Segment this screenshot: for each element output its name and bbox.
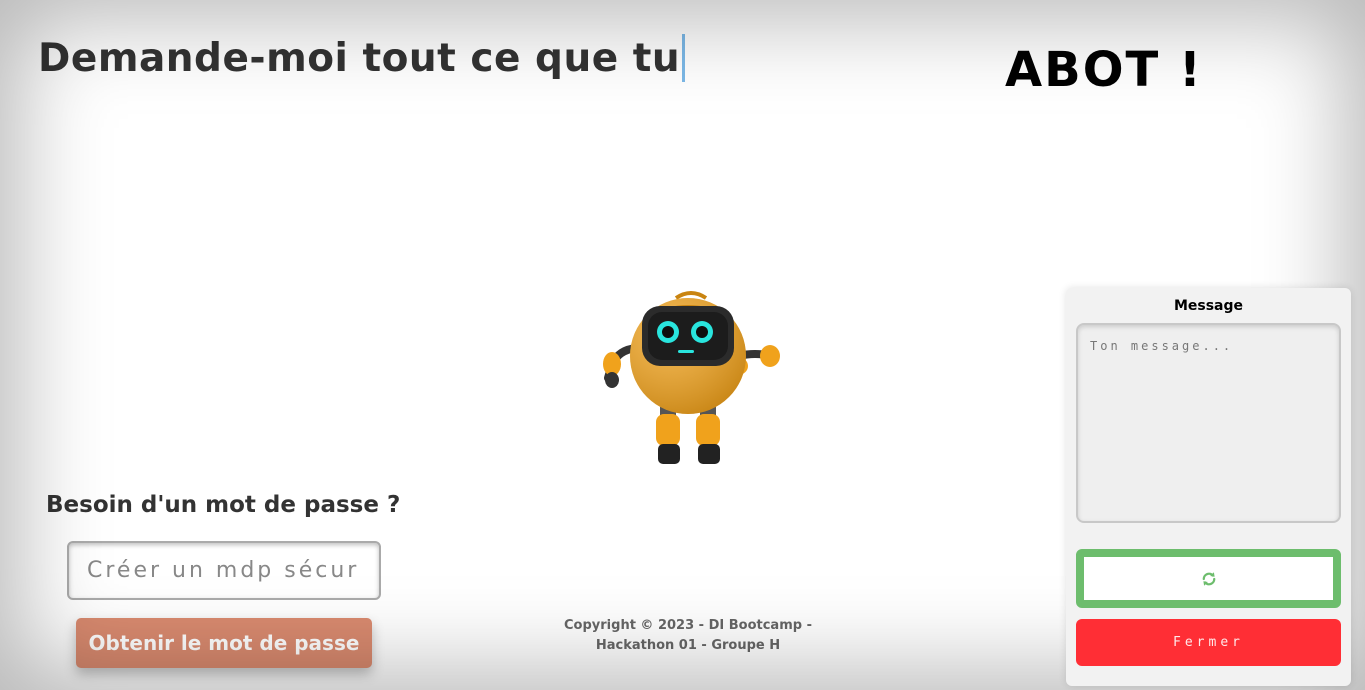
password-input[interactable] [67,541,381,600]
robot-icon [598,286,784,472]
close-button[interactable]: Fermer [1076,619,1341,666]
get-password-button[interactable]: Obtenir le mot de passe [76,618,372,668]
footer-copyright: Copyright © 2023 - DI Bootcamp - [564,618,812,633]
password-section-title: Besoin d'un mot de passe ? [46,492,401,518]
refresh-button[interactable] [1076,549,1341,608]
typed-title: Demande-moi tout ce que tu [38,34,686,82]
footer: Copyright © 2023 - DI Bootcamp - Hackath… [540,616,836,656]
message-label: Message [1173,298,1244,314]
typed-title-text: Demande-moi tout ce que tu [38,35,681,81]
typing-caret [682,34,686,82]
message-textarea[interactable] [1076,323,1341,523]
footer-credits: Hackathon 01 - Groupe H [595,638,781,653]
brand-logo: ABOT ! [1005,42,1203,98]
refresh-icon [1202,571,1215,586]
message-panel: Message Fermer [1066,288,1351,686]
